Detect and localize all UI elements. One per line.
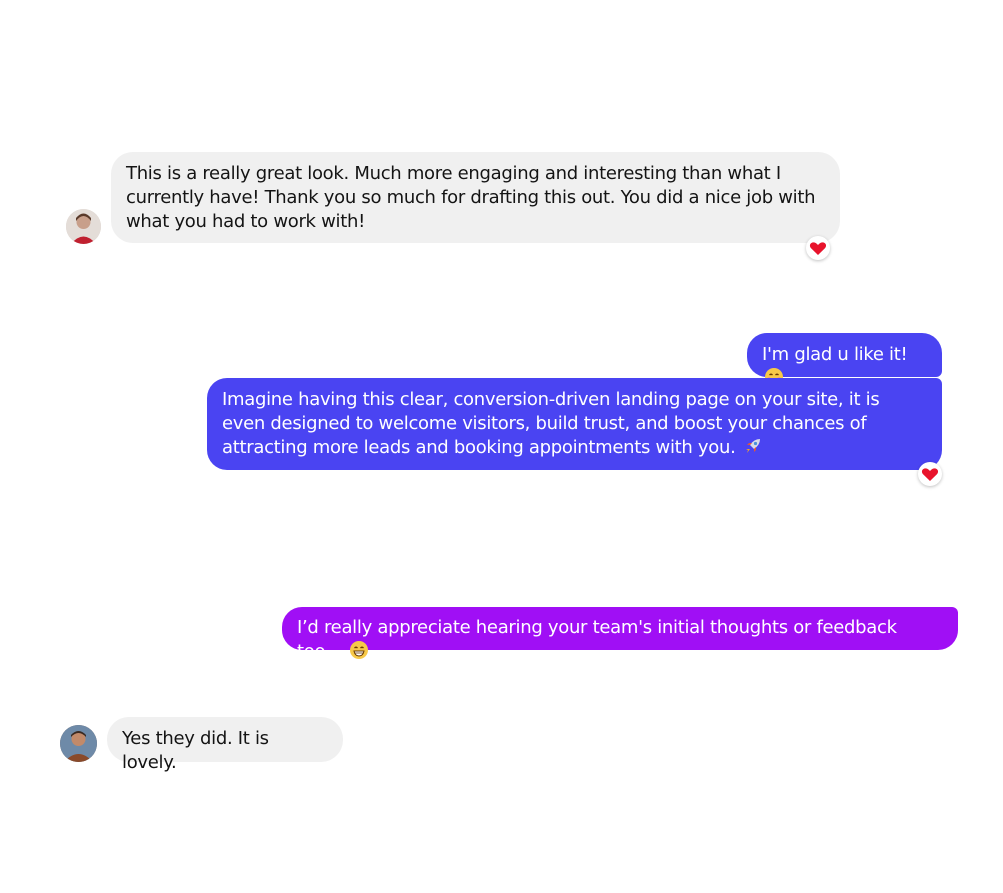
- heart-icon: [806, 236, 830, 260]
- message-text: This is a really great look. Much more e…: [126, 163, 816, 232]
- message-bubble[interactable]: I'm glad u like it!: [747, 333, 942, 386]
- rocket-icon: [743, 436, 763, 463]
- message-text: I'm glad u like it!: [762, 344, 908, 365]
- message-text: Yes they did. It is lovely.: [122, 728, 269, 773]
- message-bubble[interactable]: Imagine having this clear, conversion-dr…: [207, 378, 942, 470]
- avatar[interactable]: [60, 725, 97, 762]
- message-bubble[interactable]: I’d really appreciate hearing your team'…: [282, 607, 958, 662]
- message-bubble[interactable]: Yes they did. It is lovely.: [107, 717, 343, 773]
- heart-icon: [918, 462, 942, 486]
- heart-reaction[interactable]: [806, 236, 830, 260]
- message-bubble[interactable]: This is a really great look. Much more e…: [111, 152, 840, 243]
- avatar[interactable]: [66, 209, 101, 244]
- message-text: Imagine having this clear, conversion-dr…: [222, 389, 880, 458]
- heart-reaction[interactable]: [918, 462, 942, 486]
- grinning-face-icon: [349, 640, 369, 667]
- message-text: I’d really appreciate hearing your team'…: [297, 617, 897, 662]
